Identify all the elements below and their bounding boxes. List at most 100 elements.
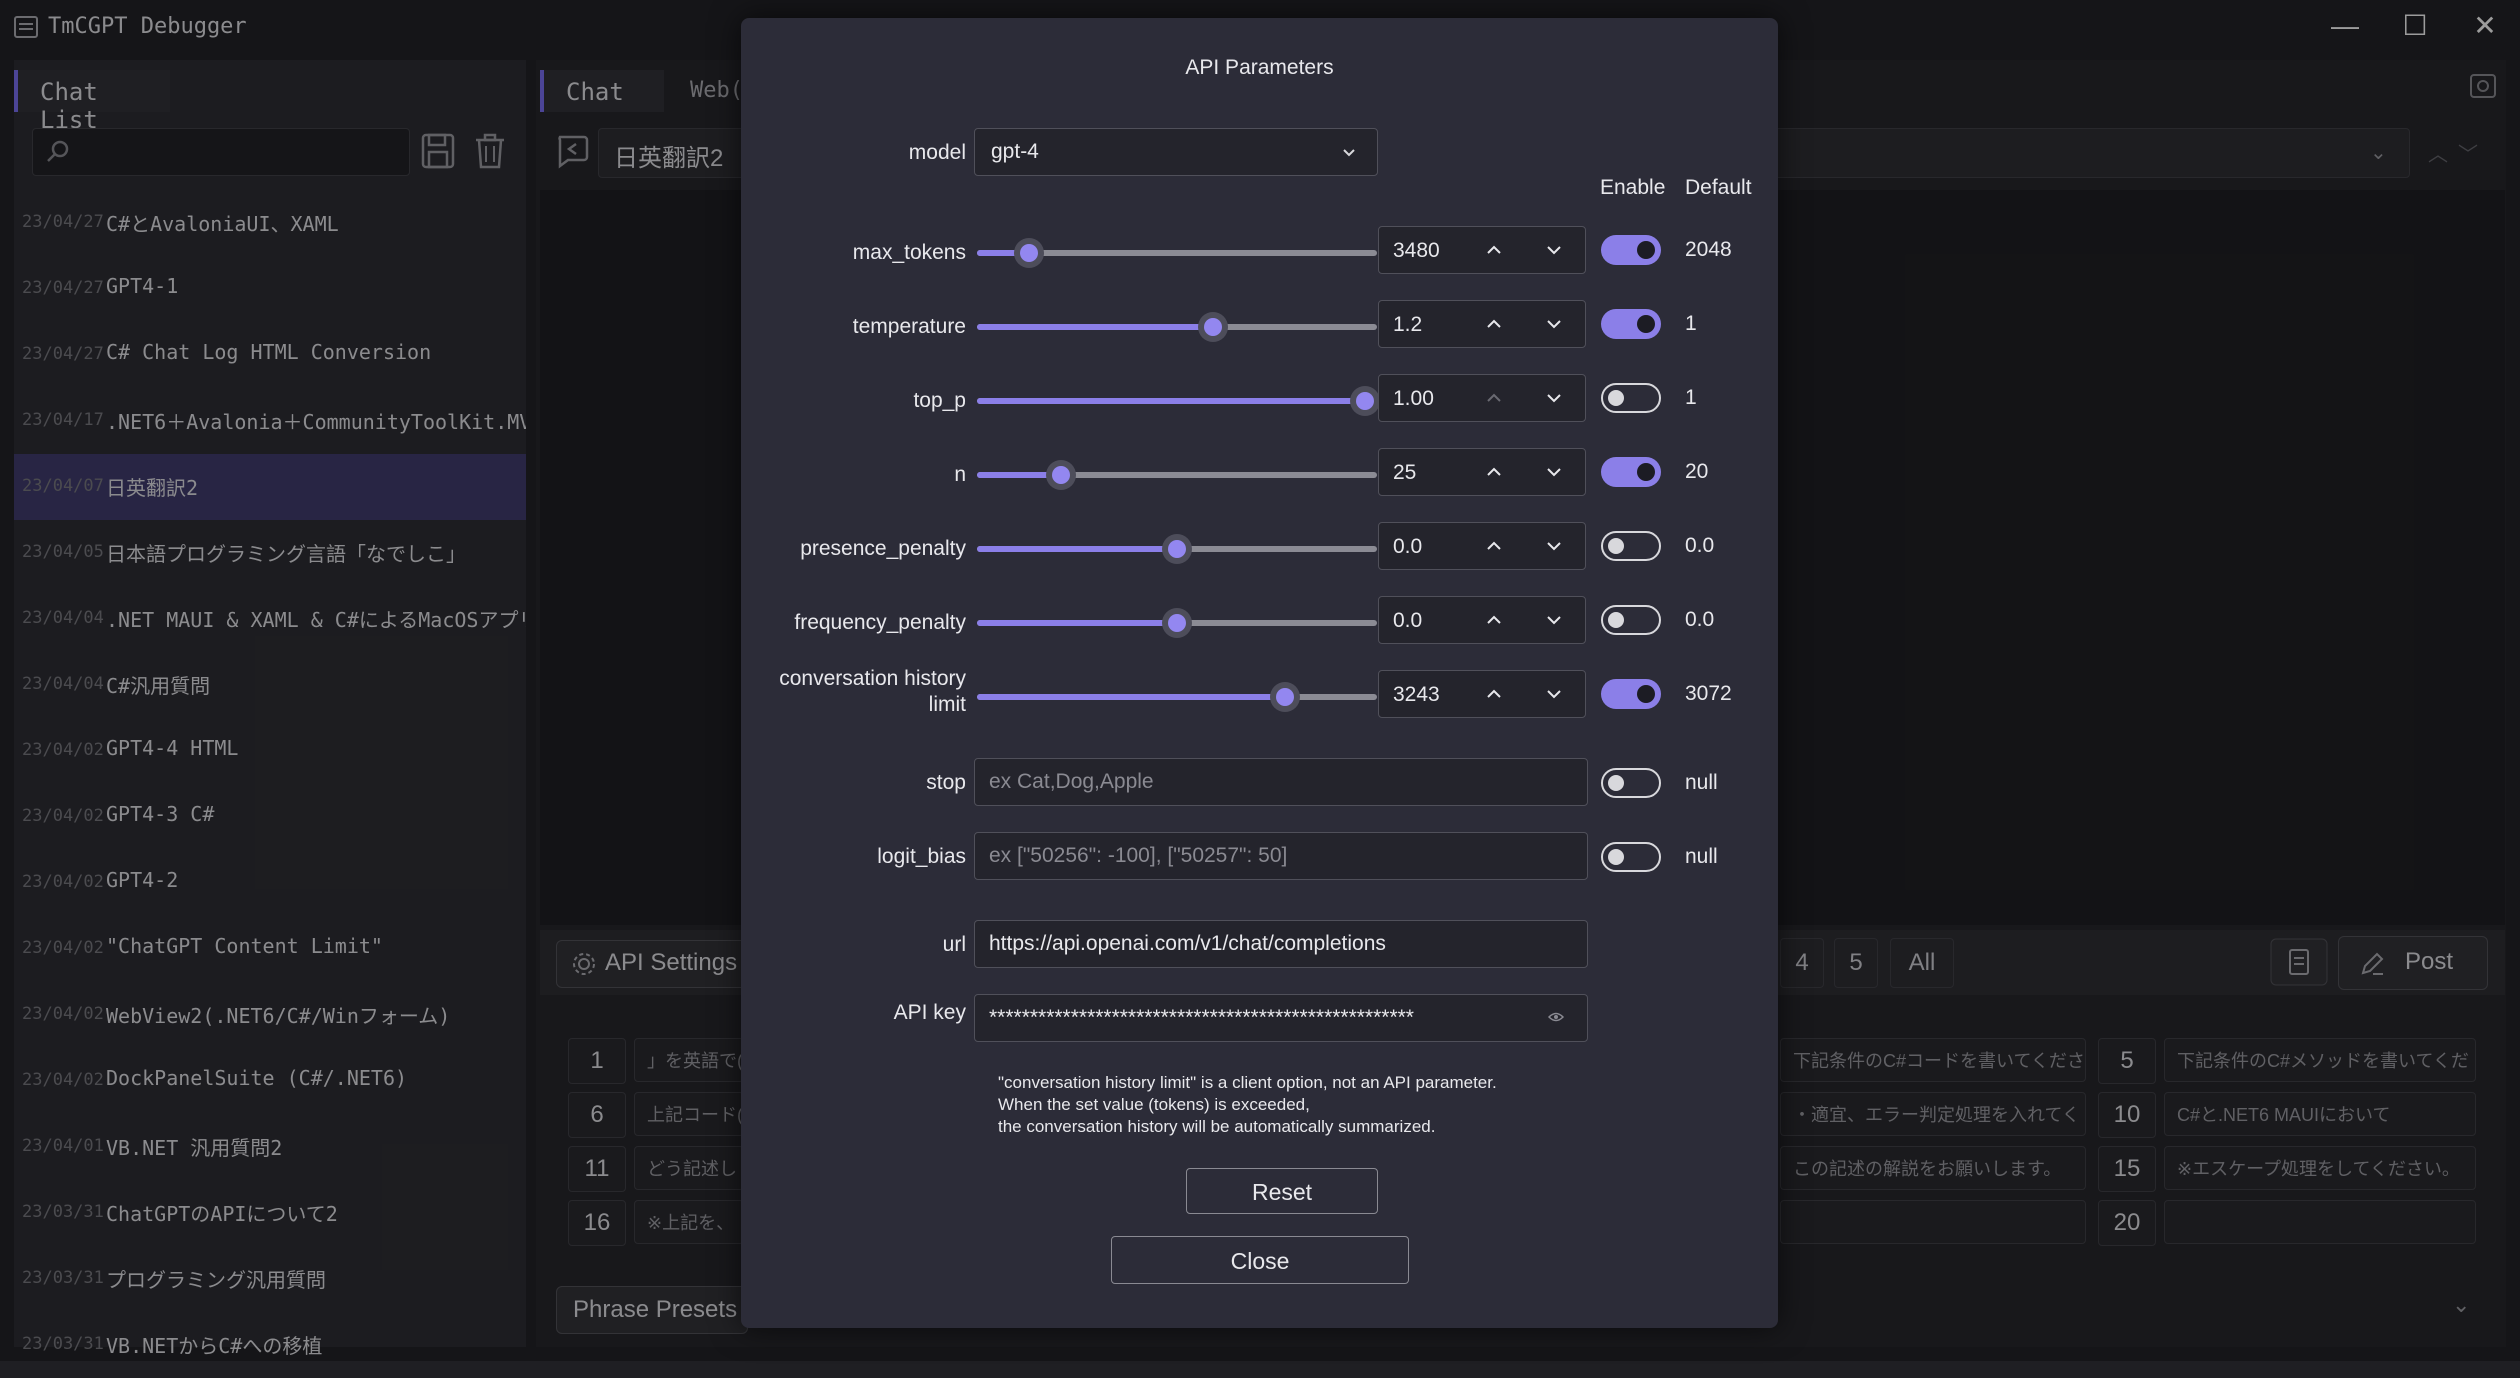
param-value: 25	[1393, 461, 1417, 484]
chevron-down-icon[interactable]	[1539, 235, 1569, 265]
stop-input[interactable]: ex Cat,Dog,Apple	[974, 758, 1588, 806]
chevron-up-icon[interactable]	[1479, 383, 1509, 413]
api-key-label: API key	[893, 1001, 966, 1024]
param-label: n	[954, 463, 966, 486]
slider-thumb[interactable]	[1014, 238, 1044, 268]
param-enable-toggle[interactable]	[1601, 383, 1661, 413]
param-label: frequency_penalty	[794, 611, 966, 634]
url-input[interactable]: https://api.openai.com/v1/chat/completio…	[974, 920, 1588, 968]
chevron-up-icon[interactable]	[1479, 309, 1509, 339]
enable-header: Enable	[1600, 176, 1666, 199]
slider-thumb[interactable]	[1162, 608, 1192, 638]
param-default: 2048	[1685, 238, 1732, 261]
param-value: 1.00	[1393, 387, 1434, 410]
param-enable-toggle[interactable]	[1601, 309, 1661, 339]
logit-bias-enable-toggle[interactable]	[1601, 842, 1661, 872]
chevron-up-icon[interactable]	[1479, 457, 1509, 487]
toggle-knob	[1637, 315, 1655, 333]
param-value: 1.2	[1393, 313, 1423, 336]
chevron-down-icon[interactable]	[1539, 457, 1569, 487]
toggle-knob	[1608, 538, 1624, 554]
chevron-down-icon[interactable]	[1539, 605, 1569, 635]
param-enable-toggle[interactable]	[1601, 679, 1661, 709]
chevron-up-icon[interactable]	[1479, 531, 1509, 561]
toggle-knob	[1637, 685, 1655, 703]
toggle-knob	[1608, 612, 1624, 628]
close-button[interactable]: Close	[1111, 1236, 1409, 1284]
chevron-down-icon[interactable]	[1539, 679, 1569, 709]
param-value: 0.0	[1393, 609, 1423, 632]
param-number-input[interactable]: 25	[1378, 448, 1586, 496]
api-key-input[interactable]: ****************************************…	[974, 994, 1588, 1042]
eye-icon[interactable]	[1548, 1010, 1564, 1024]
param-value: 3243	[1393, 683, 1440, 706]
param-default: 1	[1685, 312, 1697, 335]
chevron-down-icon[interactable]	[1539, 383, 1569, 413]
param-slider[interactable]	[977, 682, 1377, 712]
stop-enable-toggle[interactable]	[1601, 768, 1661, 798]
api-parameters-dialog: API Parameters model gpt-4 Enable Defaul…	[741, 18, 1778, 1328]
param-value: 0.0	[1393, 535, 1423, 558]
slider-thumb[interactable]	[1270, 682, 1300, 712]
param-slider[interactable]	[977, 386, 1380, 416]
param-label: presence_penalty	[800, 537, 966, 560]
toggle-knob	[1637, 463, 1655, 481]
param-default: 3072	[1685, 682, 1732, 705]
param-label: max_tokens	[852, 241, 966, 264]
slider-thumb[interactable]	[1350, 386, 1380, 416]
logit-bias-default: null	[1685, 845, 1718, 868]
model-value: gpt-4	[991, 140, 1039, 163]
chevron-up-icon[interactable]	[1479, 605, 1509, 635]
param-enable-toggle[interactable]	[1601, 605, 1661, 635]
chevron-down-icon[interactable]	[1539, 309, 1569, 339]
api-key-value: ****************************************…	[989, 1006, 1414, 1029]
conversation-limit-note: "conversation history limit" is a client…	[998, 1072, 1497, 1138]
param-value: 3480	[1393, 239, 1440, 262]
slider-thumb[interactable]	[1046, 460, 1076, 490]
note-line: "conversation history limit" is a client…	[998, 1073, 1497, 1092]
param-number-input[interactable]: 3243	[1378, 670, 1586, 718]
param-enable-toggle[interactable]	[1601, 235, 1661, 265]
note-line: When the set value (tokens) is exceeded,	[998, 1095, 1310, 1114]
param-label: conversation history limit	[779, 667, 966, 716]
param-slider[interactable]	[977, 534, 1377, 564]
param-slider[interactable]	[977, 608, 1377, 638]
param-slider[interactable]	[977, 238, 1377, 268]
slider-fill	[977, 398, 1365, 404]
param-number-input[interactable]: 0.0	[1378, 596, 1586, 644]
toggle-knob	[1608, 775, 1624, 791]
param-number-input[interactable]: 1.2	[1378, 300, 1586, 348]
chevron-up-icon[interactable]	[1479, 679, 1509, 709]
chevron-down-icon[interactable]	[1539, 531, 1569, 561]
toggle-knob	[1608, 849, 1624, 865]
logit-bias-input[interactable]: ex ["50256": -100], ["50257": 50]	[974, 832, 1588, 880]
dialog-title: API Parameters	[1185, 56, 1334, 79]
param-default: 20	[1685, 460, 1709, 483]
param-slider[interactable]	[977, 312, 1377, 342]
param-enable-toggle[interactable]	[1601, 531, 1661, 561]
param-number-input[interactable]: 1.00	[1378, 374, 1586, 422]
slider-thumb[interactable]	[1162, 534, 1192, 564]
param-number-input[interactable]: 0.0	[1378, 522, 1586, 570]
chevron-up-icon[interactable]	[1479, 235, 1509, 265]
param-label: temperature	[852, 315, 966, 338]
reset-button[interactable]: Reset	[1186, 1168, 1378, 1214]
toggle-knob	[1637, 241, 1655, 259]
param-default: 0.0	[1685, 534, 1715, 557]
chevron-down-icon	[1343, 149, 1355, 157]
slider-fill	[977, 324, 1213, 330]
slider-thumb[interactable]	[1198, 312, 1228, 342]
stop-default: null	[1685, 771, 1718, 794]
param-number-input[interactable]: 3480	[1378, 226, 1586, 274]
logit-bias-label: logit_bias	[877, 845, 966, 868]
stop-label: stop	[926, 771, 966, 794]
param-default: 0.0	[1685, 608, 1715, 631]
default-header: Default	[1685, 176, 1752, 199]
param-enable-toggle[interactable]	[1601, 457, 1661, 487]
slider-fill	[977, 546, 1177, 552]
slider-fill	[977, 620, 1177, 626]
toggle-knob	[1608, 390, 1624, 406]
model-select[interactable]: gpt-4	[974, 128, 1378, 176]
model-label: model	[908, 141, 966, 164]
param-slider[interactable]	[977, 460, 1377, 490]
